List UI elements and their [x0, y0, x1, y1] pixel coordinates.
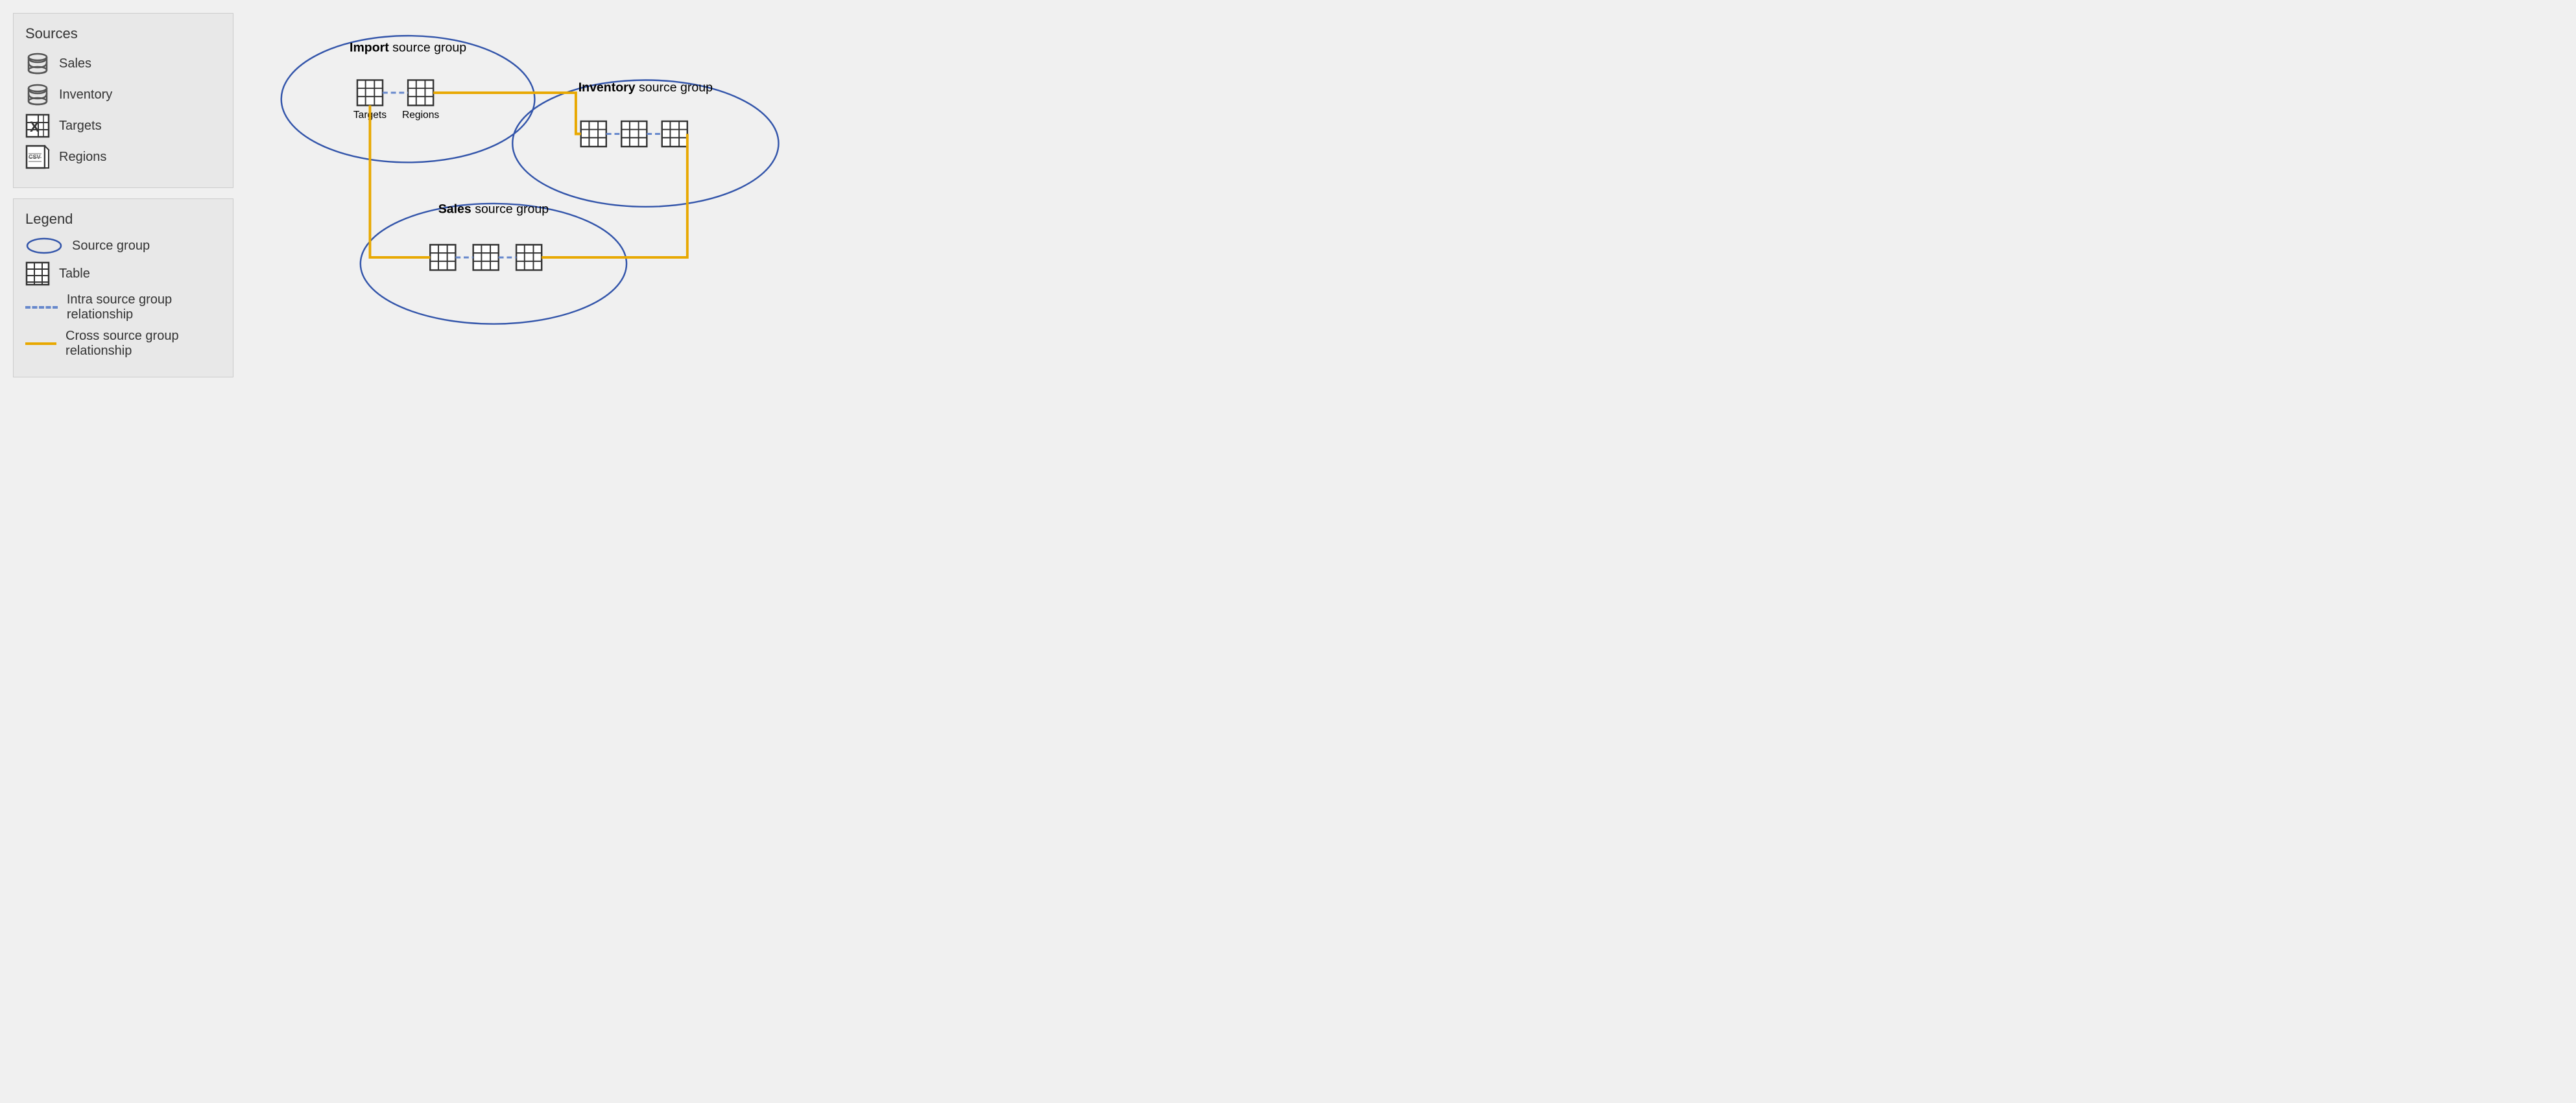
legend-item-cross: Cross source group relationship [25, 329, 217, 359]
legend-label-source-group: Source group [72, 239, 150, 254]
cross-line-icon [25, 342, 56, 345]
excel-icon-targets: X [25, 113, 50, 138]
cross-line-import-to-inventory [433, 93, 581, 134]
inventory-group-label: Inventory source group [578, 80, 713, 95]
ellipse-legend-icon [25, 237, 63, 255]
svg-text:CSV: CSV [29, 154, 41, 160]
sources-title: Sources [25, 25, 217, 42]
csv-icon-regions: CSV [25, 145, 50, 169]
sales-table-1 [430, 244, 455, 270]
diagram-panel: Import source group Inventory source gro… [246, 13, 791, 377]
source-item-regions: CSV Regions [25, 145, 217, 169]
legend-item-source-group: Source group [25, 237, 217, 255]
legend-box: Legend Source group Table Intra source g… [13, 198, 233, 377]
source-item-inventory: Inventory [25, 82, 217, 107]
source-label-targets: Targets [59, 119, 102, 134]
source-label-sales: Sales [59, 56, 91, 71]
source-label-inventory: Inventory [59, 88, 112, 102]
legend-label-table: Table [59, 267, 90, 281]
source-item-targets: X Targets [25, 113, 217, 138]
table-legend-icon [25, 261, 50, 286]
inventory-table-1 [581, 121, 606, 147]
import-regions-label: Regions [402, 110, 439, 121]
sales-table-2 [473, 244, 499, 270]
intra-line-icon [25, 306, 58, 309]
sales-table-3 [516, 244, 542, 270]
database-icon-inventory [25, 82, 50, 107]
sales-group-label: Sales source group [438, 202, 549, 217]
legend-label-cross: Cross source group relationship [66, 329, 217, 359]
sources-box: Sources Sales [13, 13, 233, 188]
legend-label-intra: Intra source group relationship [67, 292, 217, 322]
source-label-regions: Regions [59, 150, 106, 165]
import-targets-table [357, 80, 383, 105]
legend-item-intra: Intra source group relationship [25, 292, 217, 322]
cross-line-import-to-sales [370, 106, 430, 257]
diagram-svg: Import source group Inventory source gro… [246, 13, 791, 337]
database-icon-sales [25, 51, 50, 76]
import-regions-table [408, 80, 433, 105]
inventory-table-2 [621, 121, 647, 147]
legend-title: Legend [25, 211, 217, 228]
inventory-table-3 [662, 121, 687, 147]
import-group-label: Import source group [350, 41, 466, 55]
source-item-sales: Sales [25, 51, 217, 76]
left-panel: Sources Sales [13, 13, 233, 377]
legend-item-table: Table [25, 261, 217, 286]
